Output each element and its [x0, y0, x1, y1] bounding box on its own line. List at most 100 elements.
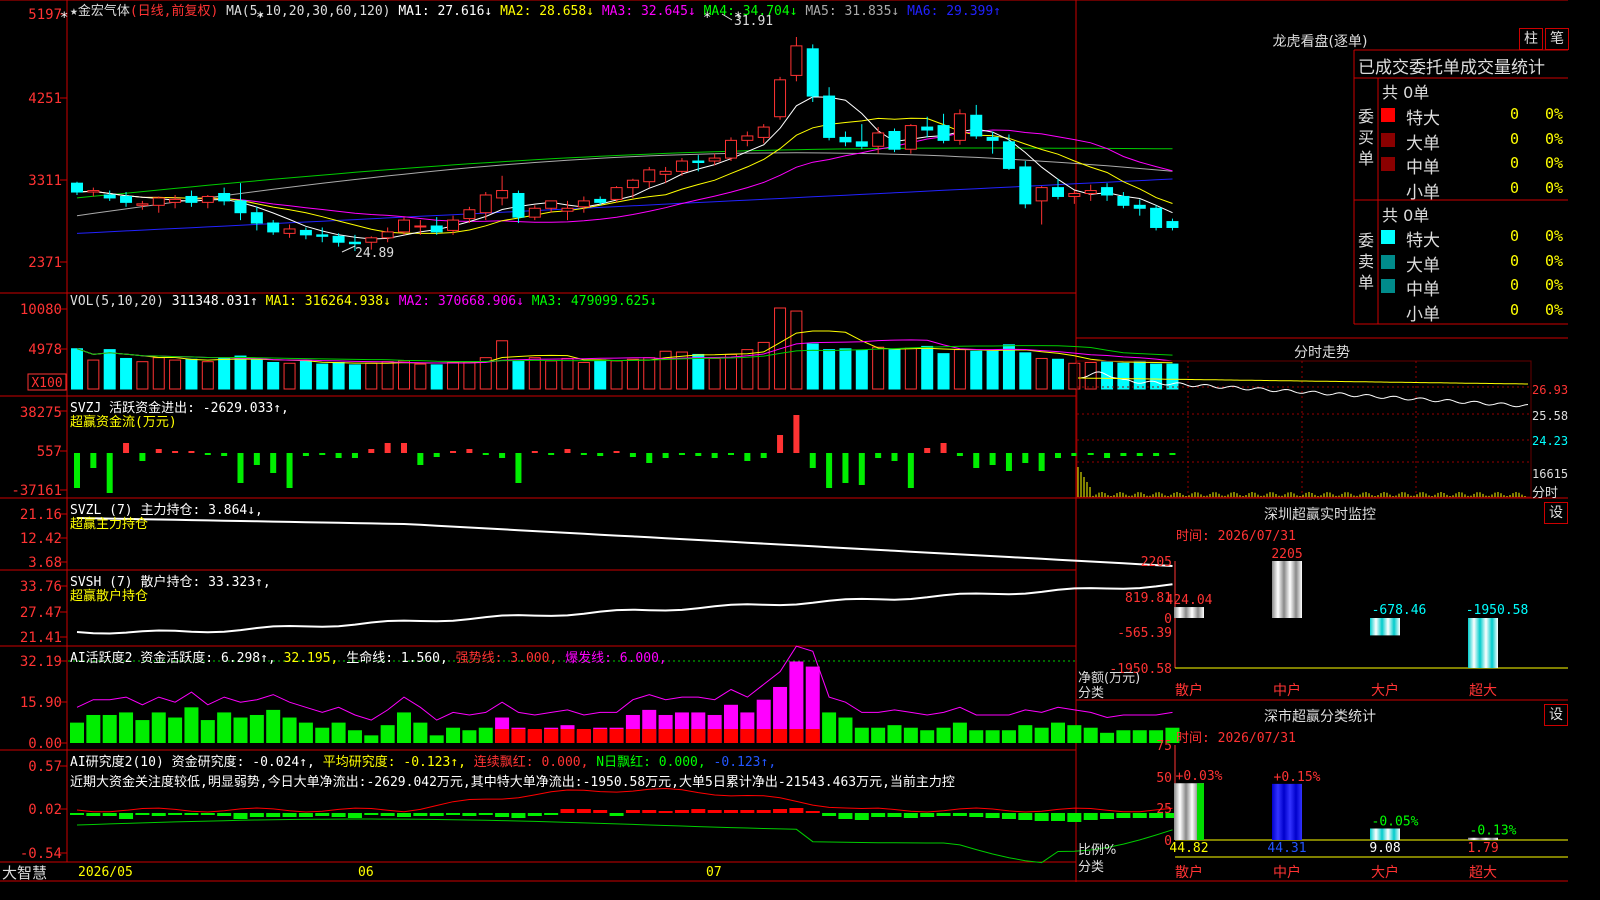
- ai1-bar: [266, 709, 281, 743]
- ai1-bar: [1132, 730, 1147, 743]
- ai1-strength-bar: [658, 729, 673, 743]
- classify-settings-button[interactable]: 设: [1544, 704, 1568, 726]
- ai2-tick: 0.02: [28, 802, 62, 818]
- volume-bar: [463, 361, 476, 390]
- svzj-bar: [809, 453, 816, 468]
- candle-body: [790, 45, 803, 76]
- main-chart-header: ★金宏气体(日线,前复权) MA(5,10,20,30,60,120) MA1:…: [70, 0, 1001, 19]
- volume-bar: [904, 347, 917, 390]
- ai1-strength-bar: [511, 729, 526, 743]
- tick-view-button[interactable]: 笔: [1545, 28, 1569, 50]
- ai2-bar: [969, 813, 984, 817]
- candle-body: [512, 193, 525, 218]
- svzj-bar: [1071, 453, 1078, 456]
- ai1-bar: [446, 727, 461, 743]
- monitor-xlabel: 分类: [1078, 686, 1105, 701]
- volume-bar: [87, 359, 100, 390]
- candle-body: [152, 197, 165, 206]
- candle-body: [528, 207, 541, 218]
- ai1-bar: [854, 727, 869, 743]
- ai2-bar: [200, 813, 215, 815]
- ai2-bar: [380, 813, 395, 816]
- svsh-tick: 27.47: [20, 605, 62, 621]
- svzj-bar: [1104, 453, 1111, 458]
- ai2-bar: [871, 813, 886, 817]
- svzj-bar: [450, 451, 457, 453]
- volume-bar: [120, 357, 133, 390]
- candle-body: [953, 113, 966, 141]
- sell-row-count: 0: [1510, 251, 1520, 270]
- classify-change-label: +0.15%: [1274, 770, 1321, 785]
- classify-change-label: -0.05%: [1372, 814, 1419, 829]
- volume-bar: [855, 349, 868, 390]
- ma-label: MA(5,10,20,30,60,120): [226, 4, 391, 19]
- volume-bar: [1035, 357, 1048, 390]
- candle-body: [299, 229, 312, 236]
- svzj-bar: [384, 443, 391, 453]
- ai2-bar: [1001, 813, 1016, 819]
- svzl-sub: 超赢主力持仓: [70, 517, 149, 532]
- buy-row-label: 小单: [1406, 182, 1440, 203]
- candle-body: [823, 95, 836, 138]
- buy-row-label: 大单: [1406, 133, 1440, 154]
- lhb-title: 龙虎看盘(逐单): [1272, 34, 1368, 50]
- candle-body: [1117, 195, 1130, 206]
- svzj-bar: [221, 453, 228, 456]
- ai1-bar: [200, 720, 215, 743]
- ai2-bar: [1116, 813, 1131, 818]
- sell-color-swatch: [1381, 254, 1395, 269]
- classify-value-label: 44.82: [1169, 841, 1208, 856]
- ai1-bar: [397, 712, 411, 743]
- volume-bar: [332, 361, 345, 390]
- classify-category: 散户: [1175, 864, 1203, 881]
- classify-bar-edge: [1197, 783, 1204, 840]
- svzl-tick: 21.16: [20, 507, 62, 523]
- candle-body: [71, 182, 83, 193]
- candle-body: [561, 207, 574, 212]
- ai1-bar: [903, 727, 918, 743]
- svzj-tick: 38275: [20, 405, 62, 421]
- volume-bar: [201, 361, 214, 390]
- candle-body: [888, 130, 901, 150]
- candle-body: [250, 212, 263, 224]
- svzj-bar: [777, 435, 784, 453]
- ai2-bar: [805, 811, 820, 813]
- candle-body: [921, 126, 934, 131]
- candle-body: [1068, 193, 1081, 197]
- volume-bar: [953, 349, 966, 390]
- ai1-bar: [1034, 727, 1049, 743]
- volume-bar: [496, 340, 509, 390]
- candle-body: [839, 136, 852, 143]
- buy-total: 共 0单: [1382, 83, 1430, 102]
- sell-color-swatch: [1381, 230, 1395, 244]
- classify-value-label: 1.79: [1467, 841, 1498, 856]
- ai2-comment: 近期大资金关注度较低,明显弱势,今日大单净流出:-2629.042万元,其中特大…: [70, 775, 955, 790]
- ai1-bar: [1018, 725, 1033, 743]
- candle-body: [234, 200, 247, 214]
- classify-time: 时间: 2026/07/31: [1176, 731, 1296, 746]
- bar-view-button[interactable]: 柱: [1519, 28, 1543, 50]
- monitor-tick: -565.39: [1117, 626, 1172, 641]
- svzj-bar: [1038, 453, 1045, 471]
- candle-body: [725, 139, 737, 159]
- ai1-bar: [282, 717, 297, 743]
- ai1-bar: [920, 730, 935, 743]
- volume-bar: [937, 353, 950, 390]
- ai2-bar: [266, 813, 281, 817]
- candle-body: [103, 194, 116, 199]
- volume-bar: [545, 360, 558, 390]
- candle-body: [218, 193, 231, 202]
- monitor-settings-button[interactable]: 设: [1544, 502, 1568, 524]
- candle-body: [643, 169, 656, 183]
- ai2-bar: [576, 809, 591, 813]
- ai1-bar: [952, 722, 967, 743]
- marker-star: *: [60, 10, 68, 26]
- volume-bar: [447, 361, 460, 390]
- candle-body: [1084, 190, 1097, 195]
- svzj-bar: [940, 443, 947, 453]
- svzj-bar: [760, 453, 767, 458]
- monitor-category: 超大: [1469, 683, 1497, 699]
- ai1-bar: [1051, 722, 1065, 743]
- sell-row-pct: 0%: [1545, 251, 1564, 270]
- ai2-bar: [920, 813, 935, 817]
